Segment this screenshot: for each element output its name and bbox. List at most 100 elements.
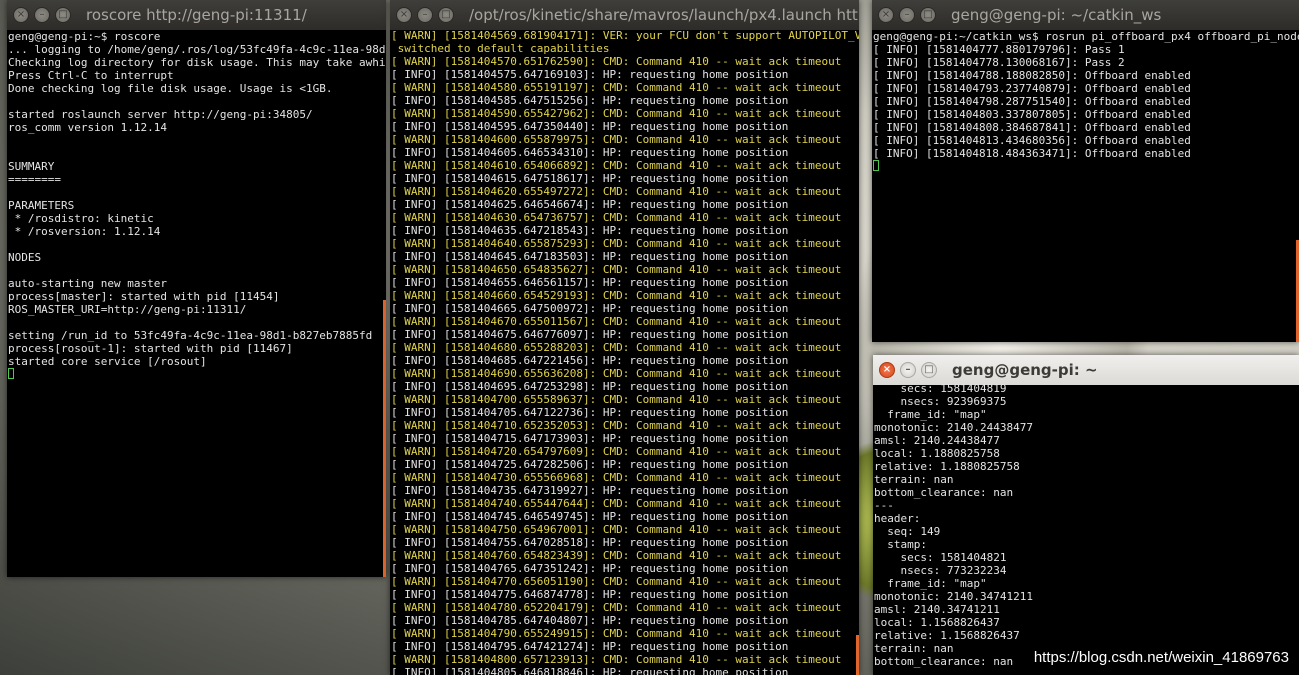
terminal-line: [ INFO] [1581404685.647221456]: HP: requ…: [391, 354, 789, 367]
terminal-line: Press Ctrl-C to interrupt: [8, 69, 174, 82]
close-button[interactable]: ×: [878, 7, 894, 23]
terminal-line: NODES: [8, 251, 42, 264]
close-button[interactable]: ×: [879, 362, 895, 378]
terminal-line: ROS_MASTER_URI=http://geng-pi:11311/: [8, 303, 247, 316]
terminal-line: [ WARN] [1581404630.654736757]: CMD: Com…: [391, 211, 842, 224]
terminal-line: [ INFO] [1581404585.647515256]: HP: requ…: [391, 94, 789, 107]
terminal-line: [ INFO] [1581404635.647218543]: HP: requ…: [391, 224, 789, 237]
close-button[interactable]: ×: [396, 7, 412, 23]
terminal-line: [ INFO] [1581404675.646776097]: HP: requ…: [391, 328, 789, 341]
terminal-line: [ INFO] [1581404735.647319927]: HP: requ…: [391, 484, 789, 497]
window-titlebar[interactable]: × – □ geng@geng-pi: ~: [873, 355, 1299, 385]
terminal-line: seq: 149: [874, 525, 941, 538]
terminal-prompt-line[interactable]: [8, 368, 386, 381]
terminal-line: [ WARN] [1581404580.655191197]: CMD: Com…: [391, 81, 842, 94]
terminal-window-home[interactable]: × – □ geng@geng-pi: ~ secs: 1581404819 n…: [873, 355, 1299, 675]
terminal-line: [ WARN] [1581404570.651762590]: CMD: Com…: [391, 55, 842, 68]
terminal-line: [ WARN] [1581404670.655011567]: CMD: Com…: [391, 315, 842, 328]
terminal-line: [ WARN] [1581404569.681904171]: VER: you…: [391, 29, 859, 42]
scrollbar[interactable]: [383, 300, 386, 577]
terminal-line: ---: [874, 499, 894, 512]
terminal-line: [ INFO] [1581404788.188082850]: Offboard…: [873, 69, 1191, 82]
window-title: geng@geng-pi: ~/catkin_ws: [951, 6, 1162, 24]
terminal-window-roscore[interactable]: × – □ roscore http://geng-pi:11311/ geng…: [7, 0, 386, 577]
minimize-button[interactable]: –: [34, 7, 50, 23]
maximize-button[interactable]: □: [55, 7, 71, 23]
terminal-line: [ INFO] [1581404605.646534310]: HP: requ…: [391, 146, 789, 159]
terminal-line: [ WARN] [1581404700.655589637]: CMD: Com…: [391, 393, 842, 406]
terminal-line: started roslaunch server http://geng-pi:…: [8, 108, 313, 121]
terminal-line: relative: 1.1568826437: [874, 629, 1020, 642]
terminal-line: [ INFO] [1581404755.647028518]: HP: requ…: [391, 536, 789, 549]
maximize-button[interactable]: □: [921, 362, 937, 378]
terminal-line: [ INFO] [1581404775.646874778]: HP: requ…: [391, 588, 789, 601]
terminal-line: [ INFO] [1581404818.484363471]: Offboard…: [873, 147, 1191, 160]
minimize-button[interactable]: –: [900, 362, 916, 378]
terminal-output[interactable]: secs: 1581404819 nsecs: 923969375 frame_…: [873, 382, 1299, 675]
terminal-line: PARAMETERS: [8, 199, 75, 212]
terminal-line: nsecs: 773232234: [874, 564, 1007, 577]
terminal-line: [ INFO] [1581404705.647122736]: HP: requ…: [391, 406, 789, 419]
window-titlebar[interactable]: × – □ geng@geng-pi: ~/catkin_ws: [872, 0, 1299, 30]
terminal-line: [ INFO] [1581404808.384687841]: Offboard…: [873, 121, 1191, 134]
terminal-line: * /rosversion: 1.12.14: [8, 225, 161, 238]
terminal-line: local: 1.1568826437: [874, 616, 1000, 629]
close-button[interactable]: ×: [13, 7, 29, 23]
terminal-line: auto-starting new master: [8, 277, 167, 290]
terminal-line: monotonic: 2140.24438477: [874, 421, 1033, 434]
terminal-line: [ WARN] [1581404650.654835627]: CMD: Com…: [391, 263, 842, 276]
maximize-button[interactable]: □: [920, 7, 936, 23]
minimize-button[interactable]: –: [417, 7, 433, 23]
terminal-line: switched to default capabilities: [391, 42, 610, 55]
terminal-output[interactable]: geng@geng-pi:~$ roscore... logging to /h…: [7, 30, 386, 577]
terminal-line: nsecs: 923969375: [874, 395, 1007, 408]
terminal-line: [ INFO] [1581404765.647351242]: HP: requ…: [391, 562, 789, 575]
terminal-line: bottom_clearance: nan: [874, 486, 1014, 499]
terminal-line: frame_id: "map": [874, 408, 987, 421]
terminal-prompt-line[interactable]: [873, 160, 1299, 173]
terminal-line: monotonic: 2140.34741211: [874, 590, 1033, 603]
terminal-line: [ INFO] [1581404575.647169103]: HP: requ…: [391, 68, 789, 81]
terminal-line: [ WARN] [1581404790.655249915]: CMD: Com…: [391, 627, 842, 640]
terminal-line: [ INFO] [1581404777.880179796]: Pass 1: [873, 43, 1125, 56]
terminal-line: [ INFO] [1581404655.646561157]: HP: requ…: [391, 276, 789, 289]
terminal-line: [ WARN] [1581404800.657123913]: CMD: Com…: [391, 653, 842, 666]
terminal-line: * /rosdistro: kinetic: [8, 212, 154, 225]
minimize-button[interactable]: –: [899, 7, 915, 23]
terminal-line: [ INFO] [1581404745.646549745]: HP: requ…: [391, 510, 789, 523]
window-title: geng@geng-pi: ~: [952, 361, 1098, 379]
terminal-line: [ INFO] [1581404695.647253298]: HP: requ…: [391, 380, 789, 393]
scrollbar[interactable]: [856, 635, 859, 675]
terminal-line: geng@geng-pi:~$ roscore: [8, 30, 161, 43]
terminal-output[interactable]: geng@geng-pi:~/catkin_ws$ rosrun pi_offb…: [872, 30, 1299, 342]
window-title: /opt/ros/kinetic/share/mavros/launch/px4…: [469, 6, 859, 24]
terminal-line: [ INFO] [1581404813.434680356]: Offboard…: [873, 134, 1191, 147]
text-cursor: [873, 160, 879, 171]
terminal-line: [ INFO] [1581404798.287751540]: Offboard…: [873, 95, 1191, 108]
terminal-line: setting /run_id to 53fc49fa-4c9c-11ea-98…: [8, 329, 373, 342]
terminal-line: ========: [8, 173, 61, 186]
terminal-line: SUMMARY: [8, 160, 55, 173]
terminal-line: [ INFO] [1581404665.647500972]: HP: requ…: [391, 302, 789, 315]
terminal-line: secs: 1581404819: [874, 382, 1007, 395]
terminal-line: [ WARN] [1581404730.655566968]: CMD: Com…: [391, 471, 842, 484]
window-titlebar[interactable]: × – □ /opt/ros/kinetic/share/mavros/laun…: [390, 0, 859, 30]
window-title: roscore http://geng-pi:11311/: [86, 6, 307, 24]
window-titlebar[interactable]: × – □ roscore http://geng-pi:11311/: [7, 0, 386, 30]
terminal-line: [ WARN] [1581404610.654066892]: CMD: Com…: [391, 159, 842, 172]
terminal-line: ... logging to /home/geng/.ros/log/53fc4…: [8, 43, 386, 56]
terminal-line: frame_id: "map": [874, 577, 987, 590]
terminal-output[interactable]: [ WARN] [1581404569.681904171]: VER: you…: [390, 29, 859, 675]
terminal-line: [ WARN] [1581404710.652352053]: CMD: Com…: [391, 419, 842, 432]
terminal-line: [ INFO] [1581404725.647282506]: HP: requ…: [391, 458, 789, 471]
terminal-window-catkin[interactable]: × – □ geng@geng-pi: ~/catkin_ws geng@gen…: [872, 0, 1299, 342]
maximize-button[interactable]: □: [438, 7, 454, 23]
terminal-window-mavros[interactable]: × – □ /opt/ros/kinetic/share/mavros/laun…: [390, 0, 859, 675]
terminal-line: [ INFO] [1581404615.647518617]: HP: requ…: [391, 172, 789, 185]
terminal-line: [ INFO] [1581404793.237740879]: Offboard…: [873, 82, 1191, 95]
